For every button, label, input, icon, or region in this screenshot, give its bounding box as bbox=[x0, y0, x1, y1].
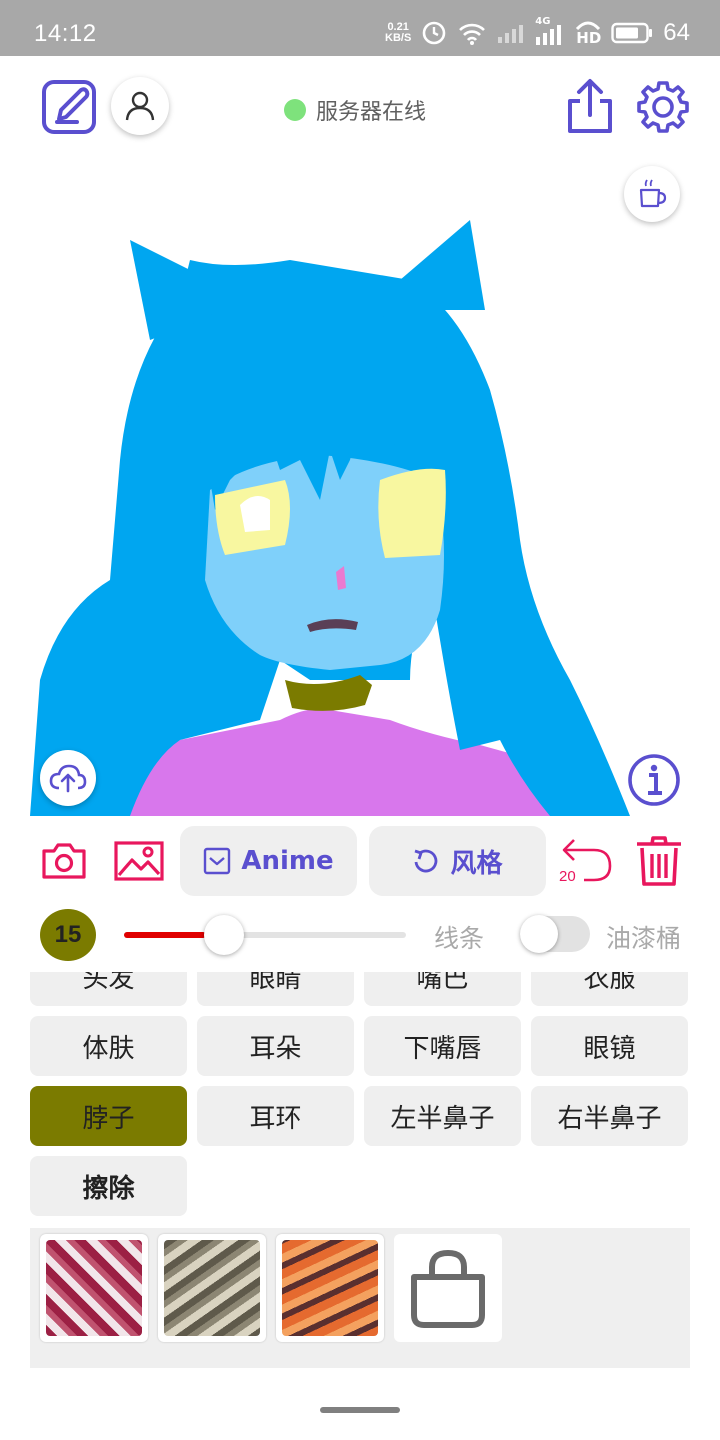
style-button[interactable]: 风格 bbox=[369, 826, 546, 896]
network-speed: 0.21 KB/S bbox=[385, 22, 411, 44]
anime-button[interactable]: Anime bbox=[180, 826, 357, 896]
category-button[interactable]: 衣服 bbox=[531, 972, 688, 1006]
share-icon bbox=[568, 79, 612, 133]
undo-count: 20 bbox=[559, 868, 576, 885]
trash-icon bbox=[637, 836, 681, 886]
brush-size-badge: 15 bbox=[40, 909, 96, 961]
category-button[interactable]: 体肤 bbox=[30, 1016, 187, 1076]
server-status-dot bbox=[284, 99, 306, 121]
refresh-icon bbox=[415, 849, 438, 873]
undo-button[interactable]: 20 bbox=[558, 834, 614, 888]
category-button[interactable]: 右半鼻子 bbox=[531, 1086, 688, 1146]
camera-button[interactable] bbox=[40, 840, 88, 882]
gallery-button[interactable] bbox=[114, 840, 164, 882]
category-button[interactable]: 耳朵 bbox=[197, 1016, 354, 1076]
image-icon bbox=[114, 841, 164, 881]
category-button[interactable]: 擦除 bbox=[30, 1156, 187, 1216]
top-toolbar: 服务器在线 bbox=[0, 56, 720, 160]
hd-label: HD bbox=[576, 29, 602, 47]
sketch-drawing bbox=[30, 220, 630, 816]
category-button[interactable]: 耳环 bbox=[197, 1086, 354, 1146]
texture-red bbox=[46, 1240, 142, 1336]
user-icon bbox=[125, 91, 155, 121]
server-status: 服务器在线 bbox=[284, 94, 426, 126]
info-button[interactable] bbox=[626, 752, 682, 808]
network-speed-unit: KB/S bbox=[385, 32, 412, 44]
texture-gray bbox=[164, 1240, 260, 1336]
camera-icon bbox=[42, 843, 86, 879]
user-button[interactable] bbox=[111, 77, 169, 135]
status-time: 14:12 bbox=[34, 20, 97, 47]
brush-row: 15 线条 油漆桶 bbox=[0, 900, 720, 970]
brush-size-slider[interactable] bbox=[124, 915, 406, 955]
status-bar: 14:12 0.21 KB/S 4G HD 64 bbox=[0, 0, 720, 56]
bucket-toggle[interactable] bbox=[520, 915, 590, 953]
category-button[interactable]: 下嘴唇 bbox=[364, 1016, 521, 1076]
coffee-button[interactable] bbox=[624, 166, 680, 222]
status-icons: 0.21 KB/S 4G HD 64 bbox=[385, 16, 690, 48]
texture-thumb[interactable] bbox=[40, 1234, 148, 1342]
battery-level: 64 bbox=[663, 19, 690, 46]
edit-button[interactable] bbox=[40, 76, 100, 136]
texture-strip bbox=[30, 1228, 690, 1368]
signal-4g: 4G bbox=[535, 16, 565, 46]
share-button[interactable] bbox=[563, 76, 617, 136]
alarm-icon bbox=[422, 21, 446, 45]
texture-thumb[interactable] bbox=[158, 1234, 266, 1342]
slider-thumb[interactable] bbox=[203, 915, 244, 955]
bucket-label: 油漆桶 bbox=[606, 924, 682, 953]
signal-empty-icon bbox=[498, 25, 524, 43]
action-row: Anime 风格 20 bbox=[0, 824, 720, 900]
line-label: 线条 bbox=[434, 924, 485, 953]
category-button[interactable]: 眼睛 bbox=[197, 972, 354, 1006]
style-label: 风格 bbox=[450, 848, 503, 879]
signal-icon bbox=[536, 25, 562, 45]
settings-button[interactable] bbox=[634, 78, 692, 136]
anime-label: Anime bbox=[241, 846, 334, 876]
category-button[interactable]: 头发 bbox=[30, 972, 187, 1006]
server-status-text: 服务器在线 bbox=[316, 100, 427, 125]
wifi-icon bbox=[459, 23, 486, 45]
category-button[interactable]: 嘴巴 bbox=[364, 972, 521, 1006]
shopping-bag-icon bbox=[411, 1249, 485, 1328]
toggle-knob bbox=[520, 915, 558, 953]
drawing-canvas[interactable] bbox=[30, 160, 690, 816]
cloud-upload-icon bbox=[49, 764, 87, 793]
category-button[interactable]: 脖子 bbox=[30, 1086, 187, 1146]
info-icon bbox=[628, 754, 680, 806]
upload-button[interactable] bbox=[40, 750, 96, 806]
anime-mail-icon bbox=[204, 847, 231, 875]
delete-button[interactable] bbox=[633, 834, 685, 888]
shop-button[interactable] bbox=[394, 1234, 502, 1342]
gear-icon bbox=[637, 81, 689, 133]
category-button[interactable]: 眼镜 bbox=[531, 1016, 688, 1076]
slider-fill bbox=[124, 932, 206, 938]
texture-thumb[interactable] bbox=[276, 1234, 384, 1342]
edit-icon bbox=[42, 80, 96, 134]
home-indicator[interactable] bbox=[320, 1407, 400, 1413]
coffee-icon bbox=[639, 179, 667, 208]
category-button[interactable]: 左半鼻子 bbox=[364, 1086, 521, 1146]
hd-call: HD bbox=[575, 19, 601, 47]
battery-icon bbox=[611, 22, 653, 44]
category-grid: 头发 眼睛 嘴巴 衣服体肤 耳朵 下嘴唇 眼镜脖子 耳环 左半鼻子 右半鼻子擦除 bbox=[0, 972, 720, 1228]
texture-orange bbox=[282, 1240, 378, 1336]
